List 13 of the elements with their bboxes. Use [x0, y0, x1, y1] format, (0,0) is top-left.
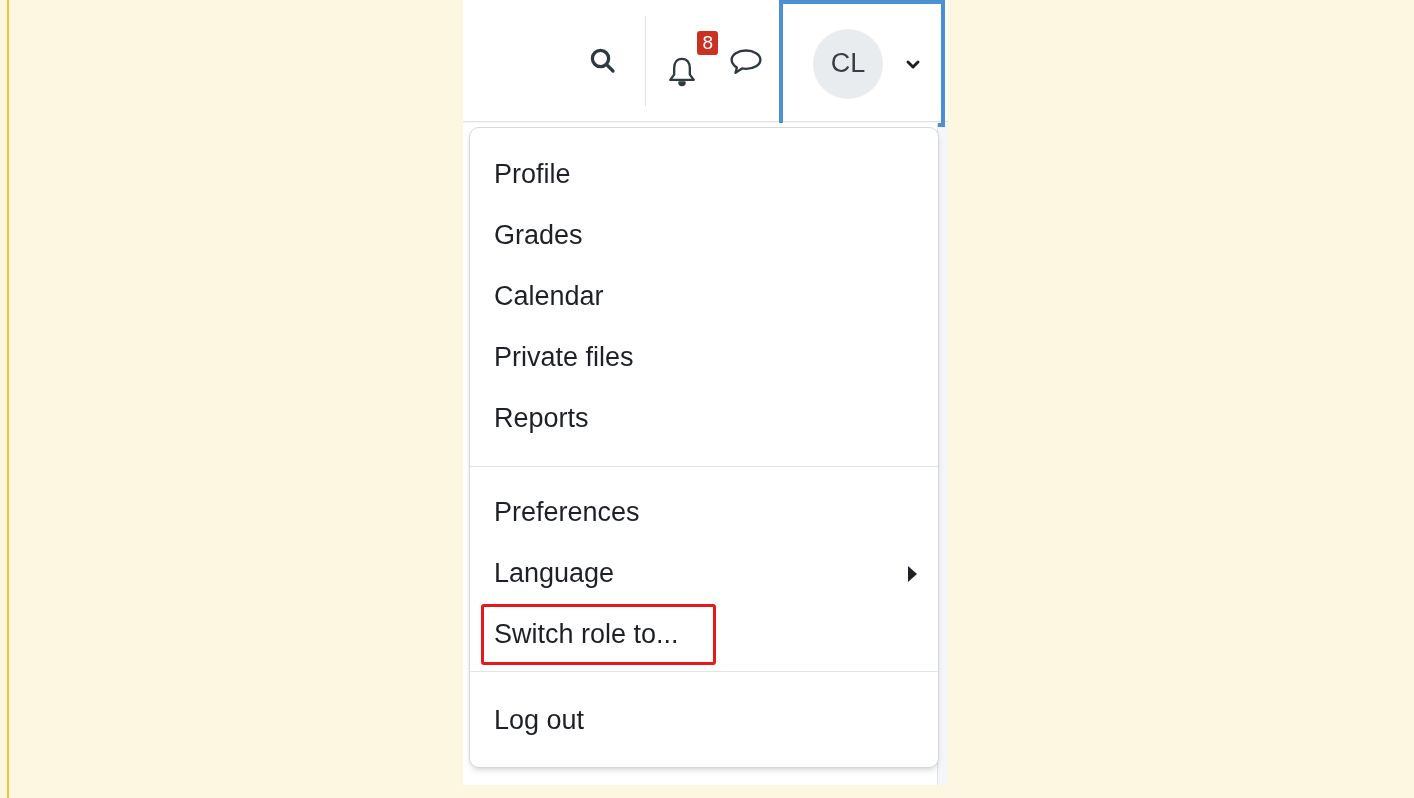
notifications-button[interactable]: 8	[666, 30, 718, 91]
menu-item[interactable]: Private files	[481, 327, 671, 388]
user-avatar: CL	[813, 28, 883, 99]
menu-item[interactable]: Log out	[481, 690, 622, 751]
menu-item[interactable]: Reports	[481, 388, 626, 449]
menu-item[interactable]: Grades	[481, 205, 620, 266]
menu-item[interactable]: Calendar	[481, 266, 641, 327]
menu-item[interactable]: Profile	[481, 144, 608, 205]
notification-count-badge: 8	[697, 30, 718, 55]
menu-item[interactable]: Language	[481, 543, 652, 604]
menu-item[interactable]: Preferences	[481, 482, 677, 543]
submenu-arrow-icon	[906, 564, 918, 583]
menu-item[interactable]: Switch role to...	[481, 604, 716, 665]
